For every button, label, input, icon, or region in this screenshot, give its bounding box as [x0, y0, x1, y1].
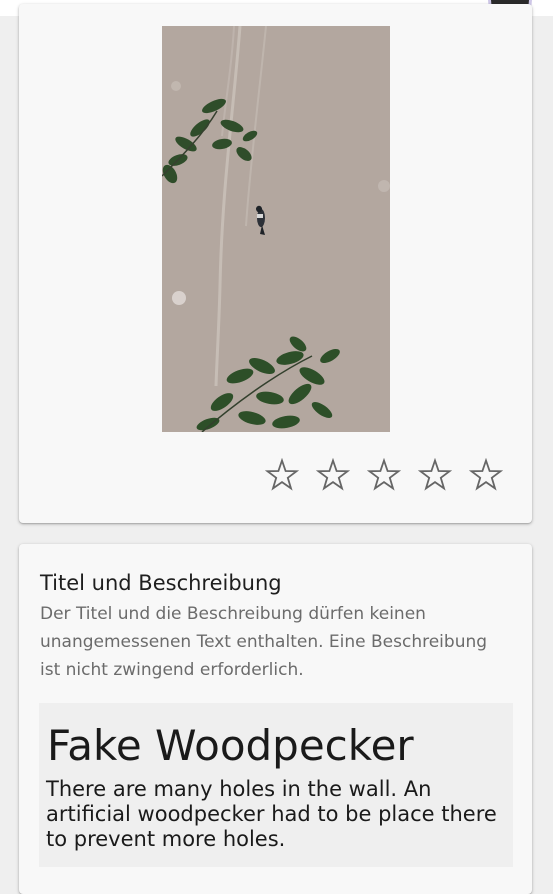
section-title: Titel und Beschreibung — [40, 571, 282, 595]
star-5[interactable] — [469, 458, 503, 492]
uploaded-photo[interactable] — [162, 26, 390, 432]
star-outline-icon — [265, 458, 299, 491]
star-outline-icon — [418, 458, 452, 491]
star-outline-icon — [469, 458, 503, 491]
star-1[interactable] — [265, 458, 299, 492]
star-outline-icon — [316, 458, 350, 491]
star-rating — [265, 458, 503, 492]
star-3[interactable] — [367, 458, 401, 492]
preview-title[interactable]: Fake Woodpecker — [47, 721, 414, 770]
section-description: Der Titel und die Beschreibung dürfen ke… — [40, 604, 488, 680]
star-2[interactable] — [316, 458, 350, 492]
photo-card — [19, 4, 532, 523]
title-description-card: Titel und Beschreibung Der Titel und die… — [19, 544, 532, 894]
star-4[interactable] — [418, 458, 452, 492]
title-description-preview[interactable]: Fake Woodpecker There are many holes in … — [39, 703, 513, 867]
preview-description[interactable]: There are many holes in the wall. An art… — [46, 777, 508, 852]
star-outline-icon — [367, 458, 401, 491]
